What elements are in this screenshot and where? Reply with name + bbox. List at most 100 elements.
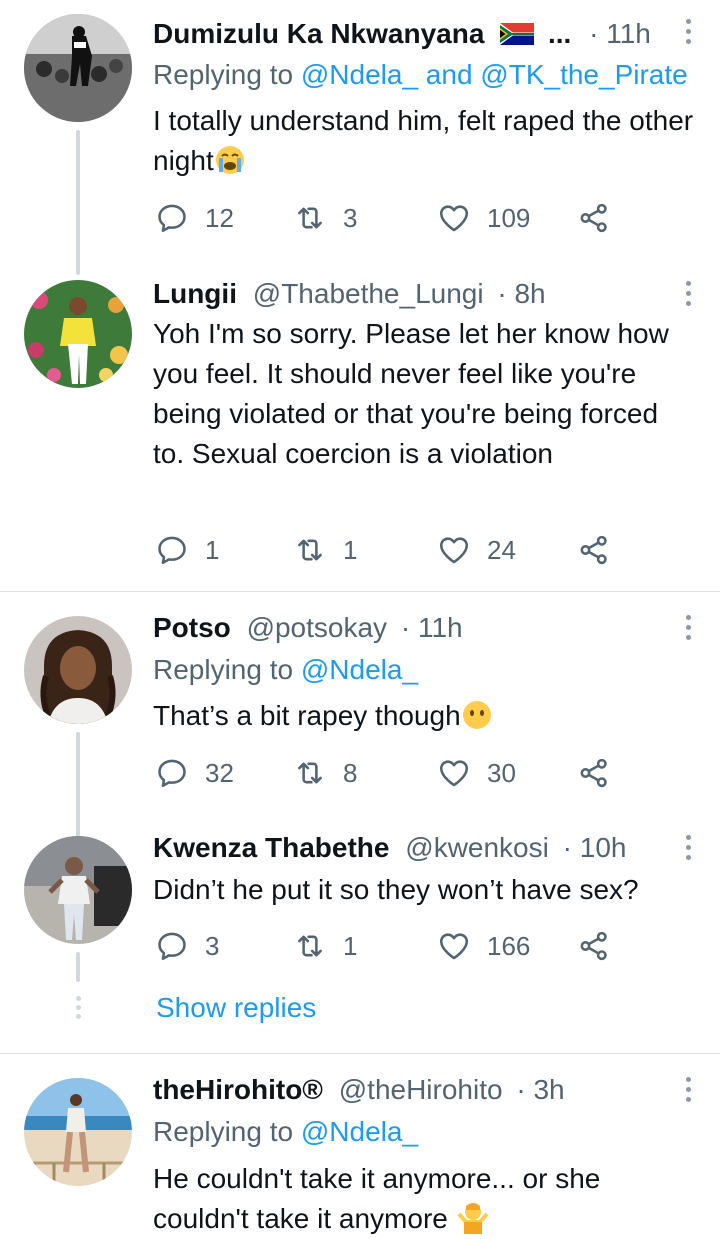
tweet-text: He couldn't take it anymore... or she co… bbox=[153, 1159, 696, 1239]
tweet-text-content: That’s a bit rapey though bbox=[153, 700, 461, 731]
replying-to-label: Replying to bbox=[153, 1116, 294, 1147]
timestamp[interactable]: 11h bbox=[606, 18, 651, 49]
reply-count: 3 bbox=[205, 930, 220, 961]
tweet-header: Kwenza Thabethe @kwenkosi · 10h bbox=[153, 828, 690, 868]
tweet-header: Potso @potsokay · 11h bbox=[153, 608, 690, 648]
reply-button[interactable]: 12 bbox=[155, 198, 234, 238]
retweet-button[interactable]: 8 bbox=[293, 753, 357, 793]
retweet-button[interactable]: 1 bbox=[293, 530, 357, 570]
separator-dot: · bbox=[562, 832, 572, 863]
tweet-header: theHirohito® @theHirohito · 3h bbox=[153, 1070, 690, 1110]
username[interactable]: @Thabethe_Lungi bbox=[253, 278, 484, 309]
username[interactable]: @potsokay bbox=[247, 612, 388, 643]
like-icon bbox=[437, 201, 471, 235]
replying-to: Replying to @Ndela_ and @TK_the_Pirate bbox=[153, 55, 688, 95]
share-button[interactable] bbox=[577, 198, 611, 238]
share-button[interactable] bbox=[577, 753, 611, 793]
shrug-emoji-icon bbox=[456, 1200, 490, 1239]
reply-icon bbox=[155, 756, 189, 790]
avatar[interactable] bbox=[24, 836, 132, 944]
like-button[interactable]: 109 bbox=[437, 198, 530, 238]
retweet-button[interactable]: 1 bbox=[293, 926, 357, 966]
display-name[interactable]: Lungii bbox=[153, 278, 237, 309]
reply-icon bbox=[155, 929, 189, 963]
share-icon bbox=[577, 201, 611, 235]
retweet-button[interactable]: 3 bbox=[293, 198, 357, 238]
share-button[interactable] bbox=[577, 530, 611, 570]
reply-count: 12 bbox=[205, 202, 234, 233]
tweet-actions: 32 8 30 bbox=[153, 753, 633, 793]
display-name[interactable]: Kwenza Thabethe bbox=[153, 832, 389, 863]
tweet[interactable]: Potso @potsokay · 11h Replying to @Ndela… bbox=[0, 592, 720, 837]
like-button[interactable]: 30 bbox=[437, 753, 516, 793]
south-africa-flag-icon bbox=[500, 16, 535, 45]
username[interactable]: @theHirohito bbox=[339, 1074, 503, 1105]
tweet-actions: 12 3 109 bbox=[153, 198, 633, 238]
replying-to-link[interactable]: @Ndela_ and @TK_the_Pirate bbox=[301, 59, 688, 90]
tweet-actions: 1 1 24 bbox=[153, 530, 633, 570]
retweet-icon bbox=[293, 756, 327, 790]
reply-icon bbox=[155, 201, 189, 235]
retweet-icon bbox=[293, 201, 327, 235]
tweet[interactable]: Lungii @Thabethe_Lungi · 8h Yoh I'm so s… bbox=[0, 270, 720, 590]
like-button[interactable]: 166 bbox=[437, 926, 530, 966]
tweet[interactable]: Dumizulu Ka Nkwanyana ... · 11h Replying… bbox=[0, 0, 720, 275]
replying-to-link[interactable]: @Ndela_ bbox=[301, 654, 418, 685]
tweet-text: I totally understand him, felt raped the… bbox=[153, 101, 696, 187]
separator-dot: · bbox=[497, 278, 507, 309]
separator-dot: · bbox=[516, 1074, 526, 1105]
like-button[interactable]: 24 bbox=[437, 530, 516, 570]
show-replies-link[interactable]: Show replies bbox=[156, 988, 316, 1028]
thread-continuation-dots bbox=[74, 996, 82, 1023]
tweet[interactable]: theHirohito® @theHirohito · 3h Replying … bbox=[0, 1054, 720, 1239]
like-icon bbox=[437, 929, 471, 963]
timestamp[interactable]: 11h bbox=[418, 612, 463, 643]
share-icon bbox=[577, 929, 611, 963]
separator-dot: · bbox=[589, 18, 599, 49]
share-icon bbox=[577, 756, 611, 790]
tweet-actions: 3 1 166 bbox=[153, 926, 633, 966]
more-icon[interactable] bbox=[678, 612, 698, 646]
avatar[interactable] bbox=[24, 280, 132, 388]
reply-button[interactable]: 1 bbox=[155, 530, 219, 570]
avatar[interactable] bbox=[24, 616, 132, 724]
replying-to-label: Replying to bbox=[153, 654, 294, 685]
name-ellipsis: ... bbox=[547, 18, 572, 49]
more-icon[interactable] bbox=[678, 16, 698, 50]
tweet-text: Yoh I'm so sorry. Please let her know ho… bbox=[153, 318, 669, 469]
username[interactable]: @kwenkosi bbox=[405, 832, 549, 863]
tweet-text: That’s a bit rapey though bbox=[153, 696, 696, 742]
replying-to: Replying to @Ndela_ bbox=[153, 1112, 418, 1152]
tweet[interactable]: Kwenza Thabethe @kwenkosi · 10h Didn’t h… bbox=[0, 822, 720, 982]
like-count: 166 bbox=[487, 930, 531, 961]
reply-button[interactable]: 3 bbox=[155, 926, 219, 966]
replying-to-link[interactable]: @Ndela_ bbox=[301, 1116, 418, 1147]
separator-dot: · bbox=[400, 612, 411, 643]
retweet-count: 1 bbox=[343, 534, 358, 565]
reply-count: 1 bbox=[205, 534, 220, 565]
like-icon bbox=[437, 533, 471, 567]
share-button[interactable] bbox=[577, 926, 611, 966]
more-icon[interactable] bbox=[678, 832, 698, 866]
tweet-text: Didn’t he put it so they won’t have sex? bbox=[153, 874, 639, 905]
display-name[interactable]: Dumizulu Ka Nkwanyana bbox=[153, 18, 484, 49]
timestamp[interactable]: 10h bbox=[580, 832, 627, 863]
display-name[interactable]: Potso bbox=[153, 612, 231, 643]
more-icon[interactable] bbox=[678, 1074, 698, 1108]
retweet-icon bbox=[293, 929, 327, 963]
retweet-count: 1 bbox=[343, 930, 358, 961]
avatar[interactable] bbox=[24, 14, 132, 122]
more-icon[interactable] bbox=[678, 278, 698, 312]
tweet-header: Lungii @Thabethe_Lungi · 8h bbox=[153, 274, 690, 314]
reply-button[interactable]: 32 bbox=[155, 753, 234, 793]
tweet-header: Dumizulu Ka Nkwanyana ... · 11h bbox=[153, 14, 690, 54]
timestamp[interactable]: 3h bbox=[533, 1074, 564, 1105]
crying-face-emoji-icon bbox=[214, 144, 246, 187]
avatar[interactable] bbox=[24, 1078, 132, 1186]
timestamp[interactable]: 8h bbox=[514, 278, 545, 309]
display-name[interactable]: theHirohito® bbox=[153, 1074, 323, 1105]
retweet-icon bbox=[293, 533, 327, 567]
reply-icon bbox=[155, 533, 189, 567]
like-icon bbox=[437, 756, 471, 790]
replying-to-label: Replying to bbox=[153, 59, 294, 90]
